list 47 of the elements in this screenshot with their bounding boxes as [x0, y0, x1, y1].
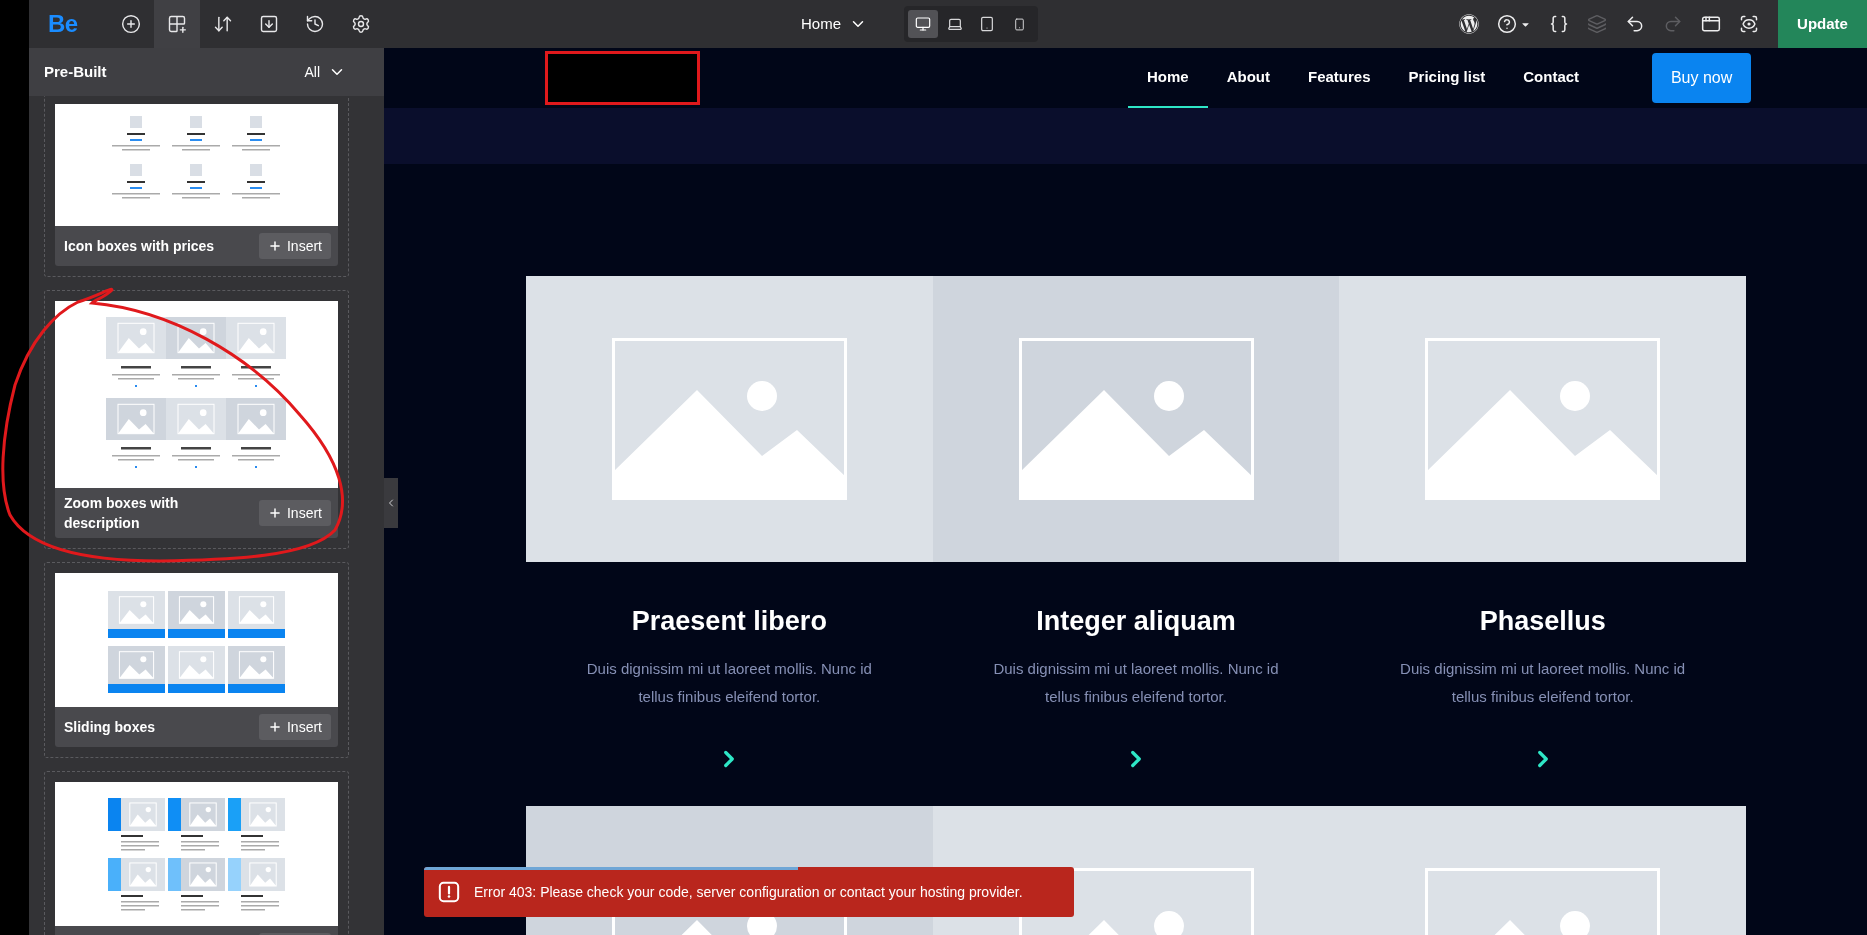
settings-icon — [351, 14, 371, 34]
phone-icon — [1012, 17, 1026, 31]
device-button[interactable] — [908, 10, 938, 38]
alert-icon — [438, 881, 460, 903]
monitor-icon — [915, 16, 931, 32]
card-title: Zoom boxes with description — [64, 494, 180, 533]
image-icon — [611, 338, 847, 500]
laptop-icon — [947, 16, 963, 32]
nav-link[interactable]: About — [1207, 48, 1289, 108]
template-card[interactable]: Icon boxes with prices Insert — [44, 96, 349, 277]
panel-title: Pre-Built — [44, 61, 107, 82]
grid-plus-icon — [167, 14, 187, 34]
filter-dropdown[interactable]: All — [304, 61, 346, 83]
card-title: Icon boxes with prices — [64, 237, 216, 256]
plus-icon — [268, 720, 282, 734]
nav-link[interactable]: Features — [1289, 48, 1390, 108]
collapse-handle[interactable] — [384, 478, 398, 528]
insert-button[interactable]: Insert — [259, 500, 331, 526]
sort-icon — [213, 14, 233, 34]
history-icon — [305, 14, 325, 34]
box-title: Phasellus — [1479, 605, 1606, 638]
template-card[interactable]: Zoom boxes with description Insert — [44, 290, 349, 549]
download-icon — [259, 14, 279, 34]
error-message: Error 403: Please check your code, server configuration or contact your hosting provider. — [474, 882, 1023, 902]
insert-button[interactable]: Insert — [259, 714, 331, 740]
box-description: Duis dignissim mi ut laoreet mollis. Nunc id tellus finibus eleifend tortor. — [585, 659, 873, 707]
insert-button[interactable]: Insert — [259, 233, 331, 259]
nav-link[interactable]: Contact — [1504, 48, 1599, 108]
logo[interactable]: Be — [48, 6, 78, 42]
tablet-icon — [979, 16, 995, 32]
image-icon — [1018, 338, 1254, 500]
template-card[interactable]: Sliding boxes Insert — [44, 562, 349, 758]
plus-icon — [268, 506, 282, 520]
image-icon — [1425, 338, 1661, 500]
box-title: Praesent libero — [631, 605, 827, 638]
page-selector[interactable]: Home — [801, 12, 867, 36]
add-icon — [121, 14, 141, 34]
box-description: Duis dignissim mi ut laoreet mollis. Nunc id tellus finibus eleifend tortor. — [1399, 659, 1687, 707]
toolbar-button[interactable] — [154, 0, 200, 48]
nav-link[interactable]: Pricing list — [1389, 48, 1505, 108]
box-title: Integer aliquam — [1036, 605, 1236, 638]
update-button[interactable]: Update — [1778, 0, 1867, 48]
buy-now-button[interactable]: Buy now — [1652, 53, 1752, 103]
plus-icon — [268, 239, 282, 253]
box-description: Duis dignissim mi ut laoreet mollis. Nunc id tellus finibus eleifend tortor. — [992, 659, 1280, 707]
card-title: Sliding boxes — [64, 718, 156, 737]
template-card[interactable] — [44, 771, 349, 935]
